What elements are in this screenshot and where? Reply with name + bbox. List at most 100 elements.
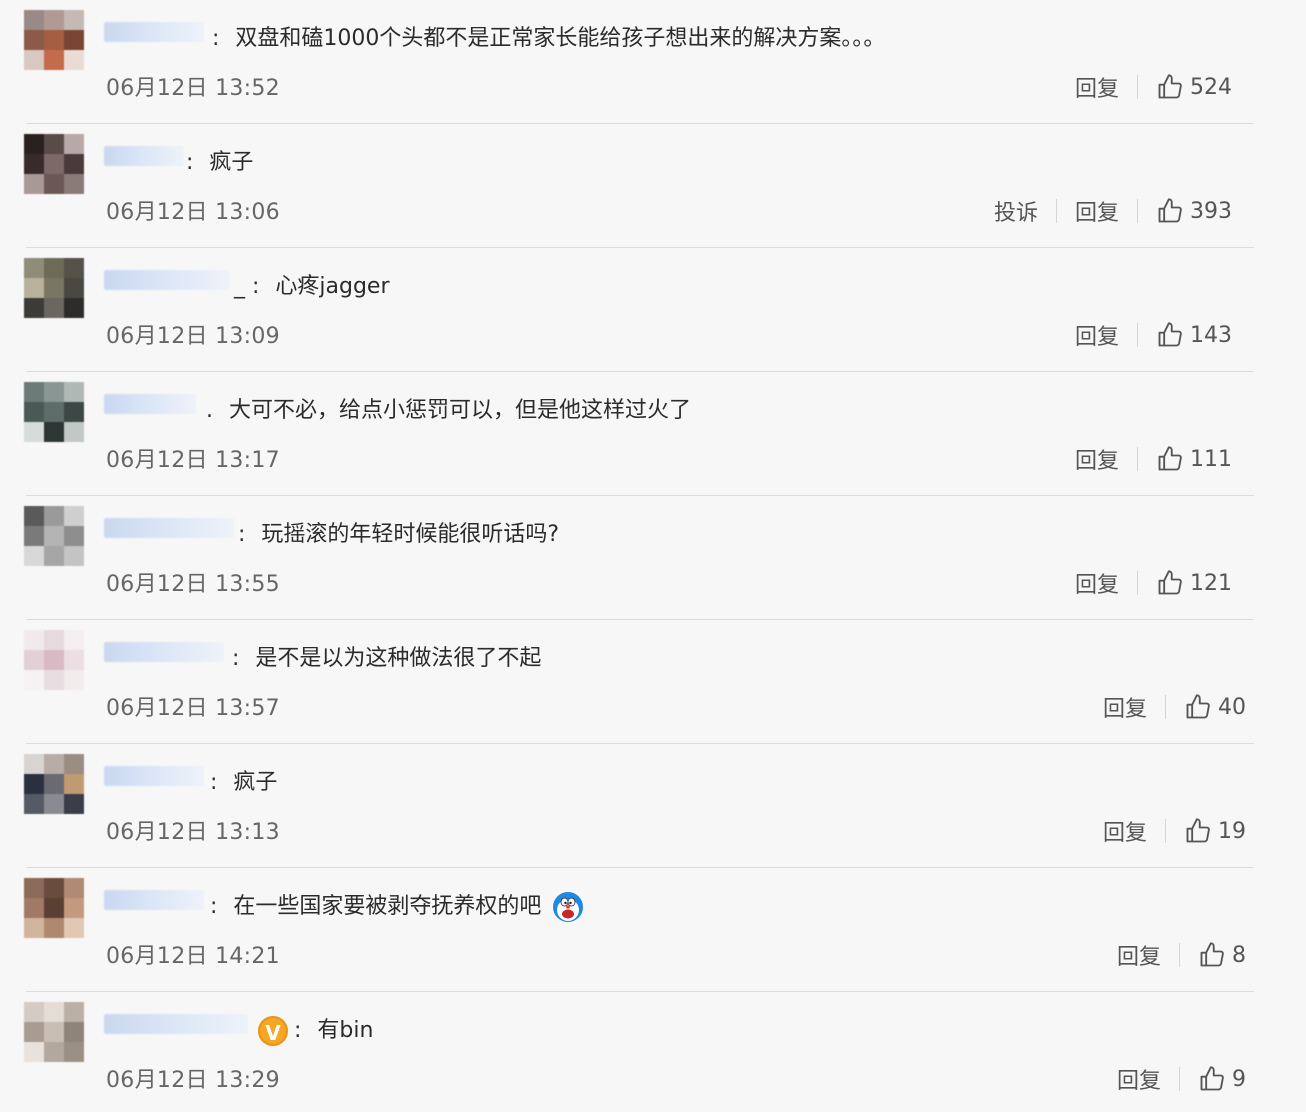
avatar[interactable] xyxy=(24,630,84,690)
comment-time: 06月12日 13:06 xyxy=(106,200,280,225)
comment-actions: 回复 143 xyxy=(1075,318,1232,352)
action-separator xyxy=(1179,943,1180,967)
comment-item: _ : 心疼jagger 06月12日 13:09 回复 143 xyxy=(0,248,1306,372)
like-button[interactable]: 8 xyxy=(1198,941,1246,969)
username[interactable] xyxy=(104,766,204,786)
comment-item: . 大可不必，给点小惩罚可以，但是他这样过火了 06月12日 13:17 回复 1… xyxy=(0,372,1306,496)
comment-time: 06月12日 13:29 xyxy=(106,1068,280,1093)
comment-text-line: . 大可不必，给点小惩罚可以，但是他这样过火了 xyxy=(206,394,691,428)
thumbs-up-icon xyxy=(1158,74,1182,99)
comment-text: 心疼jagger xyxy=(275,274,390,299)
verified-v-badge-icon: V xyxy=(258,1016,288,1046)
report-button[interactable]: 投诉 xyxy=(994,195,1038,227)
comment-item: : 是不是以为这种做法很了不起 06月12日 13:57 回复 40 xyxy=(0,620,1306,744)
action-separator xyxy=(1137,75,1138,99)
avatar[interactable] xyxy=(24,258,84,318)
username[interactable] xyxy=(104,642,224,662)
like-button[interactable]: 40 xyxy=(1184,693,1246,721)
thumbs-up-icon xyxy=(1158,570,1182,595)
like-count: 9 xyxy=(1232,1066,1246,1092)
like-count: 40 xyxy=(1218,694,1246,720)
action-separator xyxy=(1165,819,1166,843)
username[interactable] xyxy=(104,146,184,166)
comment-actions: 回复 524 xyxy=(1075,70,1232,104)
reply-button[interactable]: 回复 xyxy=(1117,939,1161,971)
avatar[interactable] xyxy=(24,10,84,70)
comment-item: : 双盘和磕1000个头都不是正常家长能给孩子想出来的解决方案。。。 06月12日… xyxy=(0,0,1306,124)
avatar[interactable] xyxy=(24,1002,84,1062)
like-count: 111 xyxy=(1190,446,1232,472)
comment-text: 双盘和磕1000个头都不是正常家长能给孩子想出来的解决方案。。。 xyxy=(235,26,886,51)
comment-text: 有bin xyxy=(317,1018,374,1043)
comment-text: 大可不必，给点小惩罚可以，但是他这样过火了 xyxy=(229,398,692,423)
comment-item: : 玩摇滚的年轻时候能很听话吗? 06月12日 13:55 回复 121 xyxy=(0,496,1306,620)
action-separator xyxy=(1137,323,1138,347)
like-button[interactable]: 121 xyxy=(1156,569,1232,597)
username[interactable] xyxy=(104,1014,248,1034)
comment-text-line: : 双盘和磕1000个头都不是正常家长能给孩子想出来的解决方案。。。 xyxy=(212,22,885,56)
reply-button[interactable]: 回复 xyxy=(1103,691,1147,723)
colon: : xyxy=(186,150,194,175)
reply-button[interactable]: 回复 xyxy=(1117,1063,1161,1095)
comment-text-line: : 在一些国家要被剥夺抚养权的吧 xyxy=(210,890,584,924)
comment-time: 06月12日 13:55 xyxy=(106,572,280,597)
like-button[interactable]: 111 xyxy=(1156,445,1232,473)
avatar[interactable] xyxy=(24,134,84,194)
comment-text-line: _ : 心疼jagger xyxy=(234,270,390,304)
username[interactable] xyxy=(104,394,196,414)
comment-actions: 回复 40 xyxy=(1103,690,1246,724)
reply-button[interactable]: 回复 xyxy=(1075,319,1119,351)
avatar[interactable] xyxy=(24,382,84,442)
comment-time: 06月12日 13:13 xyxy=(106,820,280,845)
like-button[interactable]: 143 xyxy=(1156,321,1232,349)
comment-time: 06月12日 14:21 xyxy=(106,944,280,969)
comment-text-line: : 疯子 xyxy=(186,146,253,180)
thumbs-up-icon xyxy=(1186,694,1210,719)
reply-button[interactable]: 回复 xyxy=(1103,815,1147,847)
comment-item: : 在一些国家要被剥夺抚养权的吧 06月12日 14:21 回复 8 xyxy=(0,868,1306,992)
comment-item: : 疯子 06月12日 13:13 回复 19 xyxy=(0,744,1306,868)
comment-text-line: V: 有bin xyxy=(258,1014,373,1048)
like-button[interactable]: 19 xyxy=(1184,817,1246,845)
reply-button[interactable]: 回复 xyxy=(1075,567,1119,599)
username[interactable] xyxy=(104,270,230,290)
like-count: 121 xyxy=(1190,570,1232,596)
avatar[interactable] xyxy=(24,506,84,566)
comment-actions: 回复 9 xyxy=(1117,1062,1246,1096)
comment-text: 玩摇滚的年轻时候能很听话吗? xyxy=(261,522,560,547)
reply-button[interactable]: 回复 xyxy=(1075,71,1119,103)
colon: : xyxy=(210,770,218,795)
comment-item: V: 有bin 06月12日 13:29 回复 9 xyxy=(0,992,1306,1112)
thumbs-up-icon xyxy=(1158,198,1182,223)
thumbs-up-icon xyxy=(1158,446,1182,471)
username[interactable] xyxy=(104,22,204,42)
comment-time: 06月12日 13:57 xyxy=(106,696,280,721)
like-button[interactable]: 524 xyxy=(1156,73,1232,101)
username[interactable] xyxy=(104,890,204,910)
like-count: 393 xyxy=(1190,198,1232,224)
action-separator xyxy=(1055,199,1057,223)
avatar[interactable] xyxy=(24,878,84,938)
comment-actions: 回复 111 xyxy=(1075,442,1232,476)
like-button[interactable]: 393 xyxy=(1156,197,1232,225)
like-button[interactable]: 9 xyxy=(1198,1065,1246,1093)
reply-button[interactable]: 回复 xyxy=(1075,443,1119,475)
thumbs-up-icon xyxy=(1158,322,1182,347)
colon: : xyxy=(210,894,218,919)
colon: : xyxy=(294,1018,302,1043)
comment-time: 06月12日 13:09 xyxy=(106,324,280,349)
comment-text: 在一些国家要被剥夺抚养权的吧 xyxy=(233,894,542,919)
reply-button[interactable]: 回复 xyxy=(1075,195,1119,227)
avatar[interactable] xyxy=(24,754,84,814)
comment-list: : 双盘和磕1000个头都不是正常家长能给孩子想出来的解决方案。。。 06月12日… xyxy=(0,0,1306,1112)
comment-item: : 疯子 06月12日 13:06 投诉 回复 393 xyxy=(0,124,1306,248)
comment-actions: 回复 121 xyxy=(1075,566,1232,600)
like-count: 143 xyxy=(1190,322,1232,348)
action-separator xyxy=(1137,571,1138,595)
colon: : xyxy=(232,646,240,671)
comment-actions: 投诉 回复 393 xyxy=(994,194,1232,228)
action-separator xyxy=(1179,1067,1180,1091)
action-separator xyxy=(1137,447,1138,471)
username[interactable] xyxy=(104,518,234,538)
colon: _ : xyxy=(234,274,260,299)
